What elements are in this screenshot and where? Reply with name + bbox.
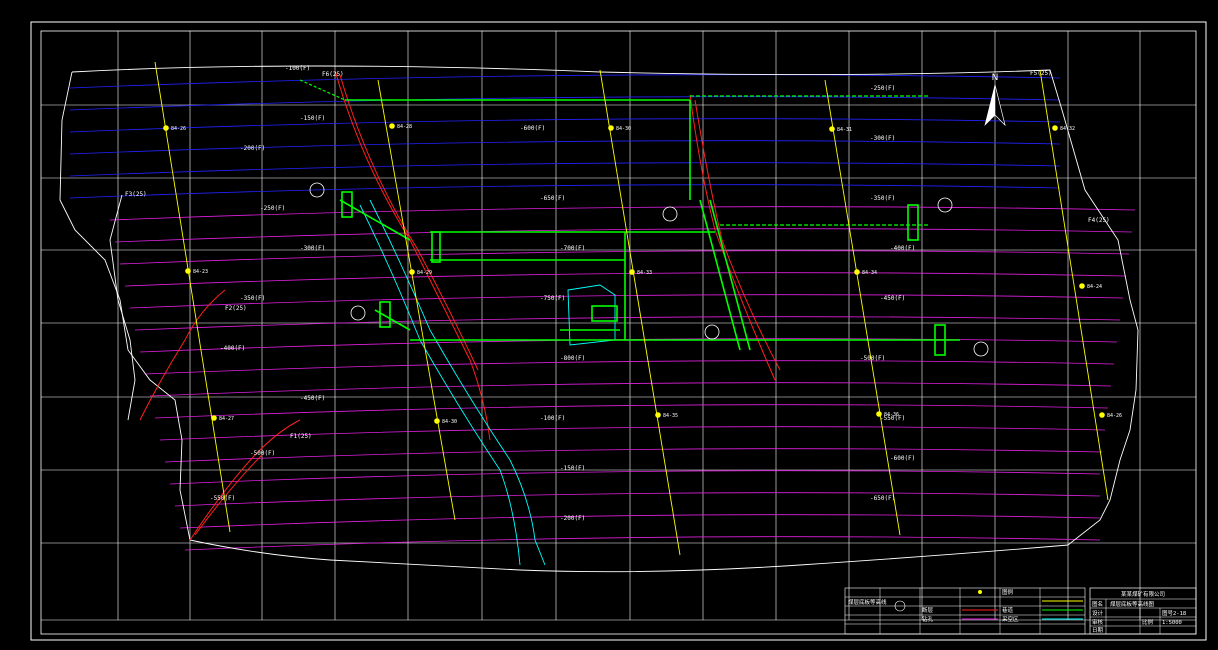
borehole-dot [854, 269, 860, 275]
borehole-label: 84-30 [616, 126, 631, 132]
fault-label: F2(25) [225, 305, 247, 312]
fault-label: F3(25) [125, 191, 147, 198]
title-drawing-title: 煤层底板等高线图 [1110, 600, 1155, 608]
borehole-label: 84-24 [1087, 284, 1102, 290]
contour-label: -650(F) [870, 495, 895, 502]
contour-label: -800(F) [560, 355, 585, 362]
legend-item: 钻孔 [922, 615, 934, 623]
borehole-dot [185, 268, 191, 274]
contour-label: -350(F) [240, 295, 265, 302]
borehole-dot [409, 269, 415, 275]
contour-label: -300(F) [300, 245, 325, 252]
cad-drawing: 84-26 84-28 84-30 84-31 84-32 84-23 84-29 84-33… [0, 0, 1218, 650]
title-scale: 1:5000 [1162, 620, 1182, 626]
fault-label: F5(25) [1030, 70, 1052, 77]
borehole-dot [434, 418, 440, 424]
contour-label: -200(F) [560, 515, 585, 522]
borehole-label: 84-30 [442, 419, 457, 425]
legend-item: 图例 [1002, 588, 1014, 596]
contour-label: -150(F) [300, 115, 325, 122]
contour-label: -300(F) [870, 135, 895, 142]
contour-label: -500(F) [860, 355, 885, 362]
contour-label: -500(F) [250, 450, 275, 457]
borehole-label: 84-32 [1060, 126, 1075, 132]
north-arrow-label: N [992, 73, 999, 83]
contour-label: -250(F) [870, 85, 895, 92]
borehole-label: 84-26 [1107, 413, 1122, 419]
contour-label: -150(F) [560, 465, 585, 472]
fault-label: F6(25) [322, 71, 344, 78]
borehole-dot [829, 126, 835, 132]
legend-item: 巷道 [1002, 606, 1014, 614]
contour-label: -750(F) [540, 295, 565, 302]
title-company: 某某煤矿有限公司 [1121, 590, 1165, 598]
borehole-dot [1099, 412, 1105, 418]
borehole-label: 84-33 [637, 270, 652, 276]
contour-label: -600(F) [520, 125, 545, 132]
title-row-label: 审核 [1092, 618, 1104, 626]
fault-label: F4(25) [1088, 217, 1110, 224]
contour-label: -600(F) [890, 455, 915, 462]
fault-label: F1(25) [290, 433, 312, 440]
contour-label: -250(F) [260, 205, 285, 212]
contour-label: -400(F) [890, 245, 915, 252]
title-drawing-no: 图号2-18 [1162, 609, 1186, 617]
legend-item: 采空区 [1002, 615, 1019, 623]
contour-label: -200(F) [240, 145, 265, 152]
contour-label: -350(F) [870, 195, 895, 202]
contour-label: -550(F) [210, 495, 235, 502]
borehole-dot [1079, 283, 1085, 289]
borehole-dot [629, 269, 635, 275]
contour-label: -450(F) [300, 395, 325, 402]
contour-label: -100(F) [540, 415, 565, 422]
borehole-label: 84-27 [219, 416, 234, 422]
borehole-dot [1052, 125, 1058, 131]
contour-label: -700(F) [560, 245, 585, 252]
borehole-dot [211, 415, 217, 421]
contour-label: -550(F) [880, 415, 905, 422]
borehole-dot [608, 125, 614, 131]
borehole-label: 84-35 [663, 413, 678, 419]
borehole-label: 84-31 [837, 127, 852, 133]
title-row-label: 图名 [1092, 600, 1103, 608]
borehole-label: 84-29 [417, 270, 432, 276]
legend-dot [978, 590, 982, 594]
borehole-dot [163, 125, 169, 131]
borehole-dot [389, 123, 395, 129]
title-scale-label: 比例 [1142, 618, 1154, 626]
borehole-dot [655, 412, 661, 418]
contour-label: -450(F) [880, 295, 905, 302]
title-row-label: 日期 [1092, 627, 1104, 634]
borehole-label: 84-26 [171, 126, 186, 132]
contour-label: -100(F) [285, 65, 310, 72]
title-row-label: 设计 [1092, 609, 1104, 617]
legend-item: 断层 [922, 606, 934, 614]
legend-item: 煤层底板等高线 [848, 598, 887, 606]
borehole-label: 84-23 [193, 269, 208, 275]
borehole-label: 84-28 [397, 124, 412, 130]
contour-label: -650(F) [540, 195, 565, 202]
borehole-label: 84-34 [862, 270, 877, 276]
contour-label: -400(F) [220, 345, 245, 352]
